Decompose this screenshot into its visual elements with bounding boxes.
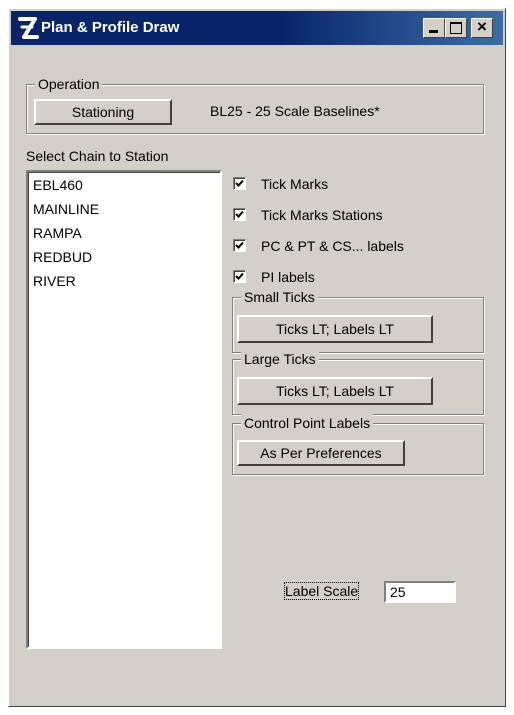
select-chain-label: Select Chain to Station [26,148,169,164]
label-scale-input[interactable] [384,581,456,603]
minimize-button[interactable] [423,18,445,38]
control-point-labels-button[interactable]: As Per Preferences [237,440,405,466]
chain-listbox[interactable]: EBL460 MAINLINE RAMPA REDBUD RIVER [26,170,222,649]
close-button[interactable]: × [471,17,493,38]
check-icon [235,272,244,280]
pc-pt-cs-labels-label: PC & PT & CS... labels [261,238,404,254]
tick-marks-stations-checkbox[interactable] [233,208,246,221]
large-ticks-title: Large Ticks [241,350,319,368]
chain-item-ebl460[interactable]: EBL460 [33,177,83,193]
operation-group-title: Operation [35,75,103,93]
minimize-icon [429,30,438,33]
window-title: Plan & Profile Draw [41,19,180,36]
control-point-labels-title: Control Point Labels [241,414,374,432]
pi-labels-checkbox[interactable] [233,270,246,283]
maximize-icon [450,22,462,34]
check-icon [235,179,244,187]
stationing-button[interactable]: Stationing [34,99,172,125]
check-icon [235,210,244,218]
close-icon: × [477,17,487,36]
pi-labels-label: PI labels [261,269,315,285]
tick-marks-stations-label: Tick Marks Stations [261,207,383,223]
title-bar[interactable]: Plan & Profile Draw × [11,11,503,45]
check-icon [235,241,244,249]
chain-item-river[interactable]: RIVER [33,273,76,289]
small-ticks-title: Small Ticks [241,288,318,306]
maximize-button[interactable] [445,18,467,38]
chain-item-rampa[interactable]: RAMPA [33,225,82,241]
baseline-text: BL25 - 25 Scale Baselines* [210,103,380,119]
chain-item-redbud[interactable]: REDBUD [33,249,92,265]
tick-marks-checkbox[interactable] [233,177,246,190]
app-icon [17,16,39,40]
large-ticks-button[interactable]: Ticks LT; Labels LT [237,377,433,405]
pc-pt-cs-labels-checkbox[interactable] [233,239,246,252]
tick-marks-label: Tick Marks [261,176,329,192]
label-scale-label: Label Scale [283,582,360,600]
chain-item-mainline[interactable]: MAINLINE [33,201,99,217]
small-ticks-button[interactable]: Ticks LT; Labels LT [237,315,433,343]
